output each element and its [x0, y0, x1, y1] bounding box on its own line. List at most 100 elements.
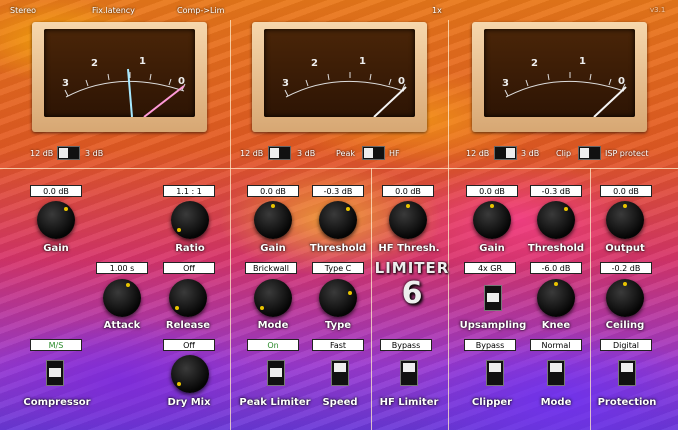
clip-bypass-value[interactable]: Bypass [464, 339, 516, 351]
vu-meter-peak: 3 2 1 0 [252, 22, 427, 132]
comp-release-knob[interactable] [169, 279, 207, 317]
pl-threshold-value[interactable]: -0.3 dB [312, 185, 364, 197]
pl-mode-value[interactable]: Brickwall [245, 262, 297, 274]
hf-limiter-label: HF Limiter [379, 397, 439, 408]
meter3-clip-label: Clip [556, 149, 572, 158]
meter2-peak-hf-toggle[interactable] [362, 146, 385, 160]
vu-meter-clip: 3 2 1 0 [472, 22, 647, 132]
pl-gain-knob[interactable] [254, 201, 292, 239]
clip-mode-label: Mode [540, 397, 572, 408]
scale-label-0: 0 [178, 76, 185, 87]
hf-threshold-knob[interactable] [389, 201, 427, 239]
comp-attack-label: Attack [103, 320, 141, 331]
comp-gain-label: Gain [43, 243, 69, 254]
latency-selector[interactable]: Fix.latency [92, 6, 135, 15]
clip-gain-knob[interactable] [473, 201, 511, 239]
comp-attack-value[interactable]: 1.00 s [96, 262, 148, 274]
knob-indicator [346, 207, 350, 211]
knob-indicator [623, 204, 627, 208]
knob-indicator [260, 306, 264, 310]
output-value[interactable]: 0.0 dB [600, 185, 652, 197]
section-divider [590, 168, 591, 430]
comp-drymix-value[interactable]: Off [163, 339, 215, 351]
peak-limiter-label: Peak Limiter [239, 397, 311, 408]
clip-upsampling-value[interactable]: 4x GR [464, 262, 516, 274]
meter3-isp-label: ISP protect [605, 149, 649, 158]
routing-selector[interactable]: Comp->Lim [177, 6, 224, 15]
hf-threshold-value[interactable]: 0.0 dB [382, 185, 434, 197]
pl-mode-label: Mode [257, 320, 289, 331]
vu-meter-input: 3 2 1 0 [32, 22, 207, 132]
clip-mode-value[interactable]: Normal [530, 339, 582, 351]
pl-gain-value[interactable]: 0.0 dB [247, 185, 299, 197]
meter3-range-3db-label: 3 dB [521, 149, 540, 158]
knob-indicator [554, 282, 558, 286]
comp-ratio-value[interactable]: 1.1 : 1 [163, 185, 215, 197]
section-divider [371, 168, 372, 430]
meter1-range-toggle[interactable] [57, 146, 80, 160]
comp-drymix-label: Dry Mix [167, 397, 211, 408]
comp-attack-knob[interactable] [103, 279, 141, 317]
knob-indicator [177, 228, 181, 232]
meter2-range-12db-label: 12 dB [240, 149, 264, 158]
clip-knee-knob[interactable] [537, 279, 575, 317]
pl-type-value[interactable]: Type C [312, 262, 364, 274]
hf-bypass-value[interactable]: Bypass [380, 339, 432, 351]
upsampling-switch[interactable] [484, 285, 502, 311]
comp-ratio-knob[interactable] [171, 201, 209, 239]
scale-label-0: 0 [618, 76, 625, 87]
protection-switch[interactable] [618, 360, 636, 386]
logo-title: LIMITER [374, 259, 450, 277]
meter-needle [373, 86, 407, 117]
comp-drymix-knob[interactable] [171, 355, 209, 393]
meter3-range-12db-label: 12 dB [466, 149, 490, 158]
knob-indicator [623, 282, 627, 286]
scale-label-1: 1 [359, 56, 366, 67]
pl-speed-value[interactable]: Fast [312, 339, 364, 351]
clip-gain-value[interactable]: 0.0 dB [466, 185, 518, 197]
compressor-label: Compressor [23, 397, 91, 408]
ceiling-knob[interactable] [606, 279, 644, 317]
scale-label-3: 3 [502, 78, 509, 89]
meter3-clip-isp-toggle[interactable] [578, 146, 601, 160]
comp-mode-value[interactable]: M/S [30, 339, 82, 351]
clip-mode-switch[interactable] [547, 360, 565, 386]
clip-knee-value[interactable]: -6.0 dB [530, 262, 582, 274]
pl-type-label: Type [324, 320, 352, 331]
pl-type-knob[interactable] [319, 279, 357, 317]
scale-label-2: 2 [91, 58, 98, 69]
output-knob[interactable] [606, 201, 644, 239]
clip-knee-label: Knee [541, 320, 571, 331]
mode-selector[interactable]: Stereo [10, 6, 36, 15]
section-divider [230, 20, 231, 430]
knob-indicator [271, 204, 275, 208]
meter-needle-right [143, 85, 185, 117]
comp-gain-knob[interactable] [37, 201, 75, 239]
scale-label-1: 1 [139, 56, 146, 67]
meter-needle [593, 86, 627, 117]
pl-gain-label: Gain [260, 243, 286, 254]
knob-indicator [490, 204, 494, 208]
pl-threshold-knob[interactable] [319, 201, 357, 239]
clip-threshold-knob[interactable] [537, 201, 575, 239]
protection-label: Protection [597, 397, 657, 408]
clipper-switch[interactable] [486, 360, 504, 386]
meter3-range-toggle[interactable] [494, 146, 517, 160]
hf-limiter-switch[interactable] [400, 360, 418, 386]
section-divider [448, 20, 449, 430]
comp-release-value[interactable]: Off [163, 262, 215, 274]
pl-mode-knob[interactable] [254, 279, 292, 317]
oversampling-selector[interactable]: 1x [432, 6, 442, 15]
scale-label-2: 2 [531, 58, 538, 69]
product-logo: LIMITER 6 [374, 259, 450, 311]
peak-limiter-switch[interactable] [267, 360, 285, 386]
pl-enable-value[interactable]: On [247, 339, 299, 351]
meter2-range-toggle[interactable] [268, 146, 291, 160]
ceiling-value[interactable]: -0.2 dB [600, 262, 652, 274]
clip-threshold-value[interactable]: -0.3 dB [530, 185, 582, 197]
protection-value[interactable]: Digital [600, 339, 652, 351]
comp-gain-value[interactable]: 0.0 dB [30, 185, 82, 197]
compressor-mode-switch[interactable] [46, 360, 64, 386]
speed-switch[interactable] [331, 360, 349, 386]
knob-indicator [177, 382, 181, 386]
